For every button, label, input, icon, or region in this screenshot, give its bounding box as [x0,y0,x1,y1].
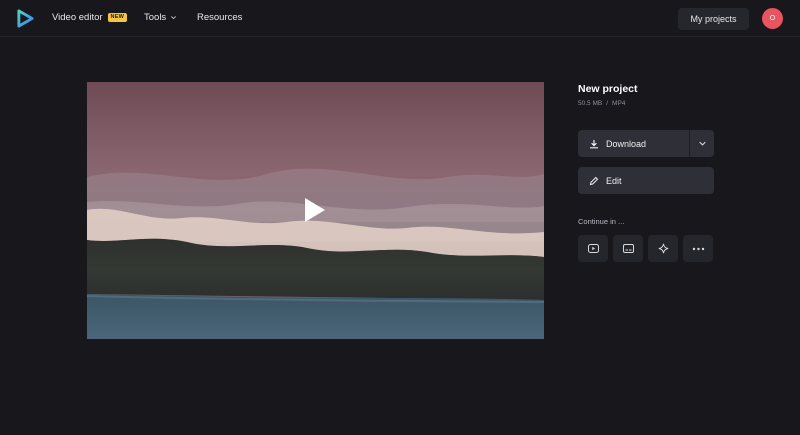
continue-enhance-button[interactable] [648,235,678,262]
continue-more-button[interactable] [683,235,713,262]
continue-subtitles-button[interactable] [613,235,643,262]
youtube-icon [587,244,599,253]
file-format: MP4 [612,100,626,107]
pencil-icon [589,176,599,185]
more-icon [692,247,704,250]
new-badge: NEW [107,13,127,22]
download-button[interactable]: Download [578,130,714,157]
logo-icon[interactable] [16,9,35,28]
my-projects-label: My projects [690,14,737,24]
file-size: 50.5 MB [578,100,603,107]
meta-separator: / [606,100,609,107]
nav-tools[interactable]: Tools [144,12,177,23]
nav-resources[interactable]: Resources [197,12,242,23]
avatar[interactable]: O [762,8,783,29]
chevron-down-icon [171,16,177,20]
subtitles-icon [622,244,634,253]
avatar-initial: O [769,15,776,22]
download-options-button[interactable] [689,130,714,157]
project-meta: 50.5 MB / MP4 [578,100,625,107]
play-icon[interactable] [304,197,326,223]
my-projects-button[interactable]: My projects [678,8,749,30]
nav-tools-label: Tools [144,12,167,23]
video-preview[interactable] [87,82,544,339]
continue-youtube-button[interactable] [578,235,608,262]
download-icon [590,139,598,148]
continue-label: Continue in ... [578,217,625,226]
sparkle-icon [658,243,668,254]
chevron-down-icon [698,141,706,146]
nav-video-editor-label: Video editor [52,12,103,23]
edit-button[interactable]: Edit [578,167,714,194]
top-bar: Video editor NEW Tools Resources My proj… [0,0,800,37]
nav-video-editor[interactable]: Video editor NEW [52,12,127,23]
project-title: New project [578,83,638,95]
edit-label: Edit [606,175,622,186]
download-label: Download [606,138,647,149]
nav-resources-label: Resources [197,12,243,23]
